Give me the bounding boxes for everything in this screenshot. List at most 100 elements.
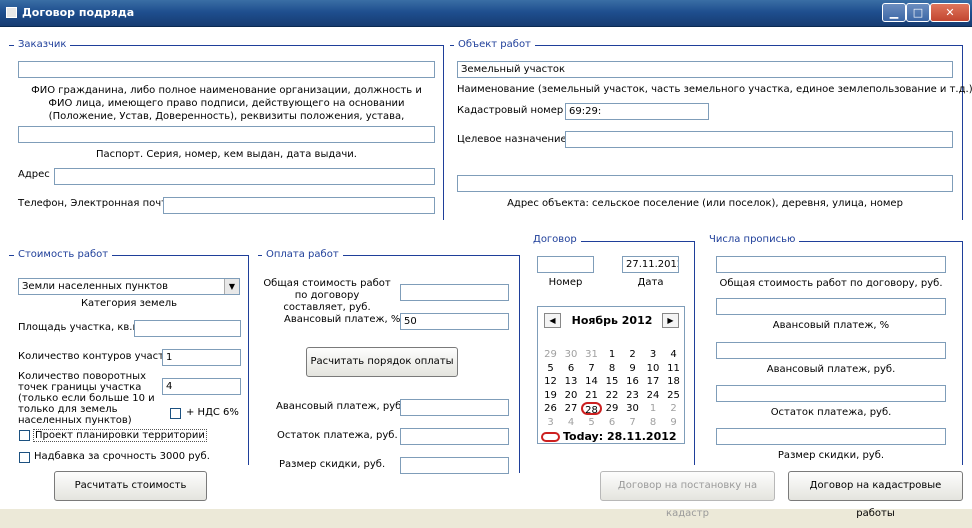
- calendar-day[interactable]: 23: [622, 389, 643, 402]
- calendar-day[interactable]: 26: [540, 402, 561, 415]
- calendar-day[interactable]: 1: [602, 348, 623, 361]
- vat-checkbox[interactable]: [170, 408, 181, 419]
- words-group-label: Числа прописью: [705, 234, 800, 245]
- contract-group-label: Договор: [529, 234, 581, 245]
- customer-address-field[interactable]: [54, 168, 435, 185]
- calendar-day[interactable]: 6: [561, 362, 582, 375]
- calendar-day[interactable]: 5: [581, 416, 602, 429]
- close-icon[interactable]: ✕: [930, 3, 970, 22]
- calendar-day[interactable]: 29: [540, 348, 561, 361]
- calendar-day[interactable]: 4: [561, 416, 582, 429]
- total-cost-field[interactable]: [400, 284, 509, 301]
- calculate-payment-order-button[interactable]: Расчитать порядок оплаты: [306, 347, 458, 377]
- turning-points-label: Количество поворотных точек границы учас…: [18, 371, 155, 426]
- calendar-day[interactable]: 9: [622, 362, 643, 375]
- words-remainder-caption: Остаток платежа, руб.: [770, 407, 892, 418]
- calendar-day[interactable]: 30: [561, 348, 582, 361]
- object-group-label: Объект работ: [454, 39, 535, 50]
- category-caption: Категория земель: [80, 298, 178, 309]
- words-advance-rub-field[interactable]: [716, 342, 946, 359]
- calculate-cost-button[interactable]: Расчитать стоимость: [54, 471, 207, 501]
- calendar-day[interactable]: 15: [602, 375, 623, 388]
- calendar-day[interactable]: 10: [643, 362, 664, 375]
- calendar-day[interactable]: 24: [643, 389, 664, 402]
- calendar-day[interactable]: 8: [602, 362, 623, 375]
- calendar-day[interactable]: 29: [602, 402, 623, 415]
- calendar-day[interactable]: 28: [581, 402, 602, 416]
- calendar-day[interactable]: 17: [643, 375, 664, 388]
- customer-name-field[interactable]: [18, 61, 435, 78]
- contract-date-caption: Дата: [637, 277, 664, 288]
- window-icon: [6, 7, 17, 18]
- object-name-caption: Наименование (земельный участок, часть з…: [457, 84, 972, 95]
- calendar-day[interactable]: 11: [663, 362, 684, 375]
- calendar-day[interactable]: 20: [561, 389, 582, 402]
- calendar-day[interactable]: 6: [602, 416, 623, 429]
- contract-number-field[interactable]: [537, 256, 594, 273]
- calendar-day[interactable]: 1: [643, 402, 664, 415]
- maximize-icon[interactable]: □: [906, 3, 930, 22]
- object-address-caption: Адрес объекта: сельское поселение (или п…: [507, 198, 903, 209]
- title-bar[interactable]: Договор подряда ▁ □ ✕: [0, 0, 972, 27]
- turning-points-field[interactable]: 4: [162, 378, 241, 395]
- today-marker-icon: [541, 432, 560, 442]
- calendar-day[interactable]: 14: [581, 375, 602, 388]
- land-category-select[interactable]: Земли населенных пунктов: [18, 278, 240, 295]
- words-discount-caption: Размер скидки, руб.: [777, 450, 885, 461]
- area-field[interactable]: [134, 320, 241, 337]
- calendar-day[interactable]: 7: [622, 416, 643, 429]
- advance-percent-field[interactable]: 50: [400, 313, 509, 330]
- calendar-day[interactable]: 19: [540, 389, 561, 402]
- calendar-day[interactable]: 25: [663, 389, 684, 402]
- calendar-day[interactable]: 7: [581, 362, 602, 375]
- words-total-caption: Общая стоимость работ по договору, руб.: [719, 278, 943, 289]
- calendar-day[interactable]: 2: [663, 402, 684, 415]
- calendar[interactable]: ◀ Ноябрь 2012 ▶ 29 30 31 1 2 3 4 5 6 7 8 9 10 11 12 13 1…: [537, 306, 685, 444]
- calendar-days-grid: 29 30 31 1 2 3 4 5 6 7 8 9 10 11 12 13 14 15 16 17 18 19 20 21 2…: [538, 348, 686, 432]
- cadastral-field[interactable]: 69:29:: [565, 103, 709, 120]
- purpose-field[interactable]: [565, 131, 953, 148]
- words-advance-percent-caption: Авансовый платеж, %: [772, 320, 890, 331]
- contours-field[interactable]: 1: [162, 349, 241, 366]
- urgency-checkbox[interactable]: [19, 452, 30, 463]
- contract-date-field[interactable]: 27.11.2012: [622, 256, 679, 273]
- calendar-day[interactable]: 21: [581, 389, 602, 402]
- calendar-day[interactable]: 16: [622, 375, 643, 388]
- prev-month-icon[interactable]: ◀: [544, 313, 561, 328]
- calendar-day[interactable]: 2: [622, 348, 643, 361]
- calendar-day[interactable]: 4: [663, 348, 684, 361]
- calendar-day[interactable]: 27: [561, 402, 582, 415]
- vat-label: + НДС 6%: [186, 407, 239, 418]
- calendar-day[interactable]: 12: [540, 375, 561, 388]
- chevron-down-icon[interactable]: ▼: [224, 279, 239, 294]
- minimize-icon[interactable]: ▁: [882, 3, 906, 22]
- window-title: Договор подряда: [22, 6, 135, 19]
- calendar-day[interactable]: 5: [540, 362, 561, 375]
- advance-rub-field[interactable]: [400, 399, 509, 416]
- cadastre-registration-contract-button[interactable]: Договор на постановку на кадастр: [600, 471, 775, 519]
- passport-field[interactable]: [18, 126, 435, 143]
- calendar-day[interactable]: 30: [622, 402, 643, 415]
- discount-label: Размер скидки, руб.: [279, 459, 386, 470]
- remainder-field[interactable]: [400, 428, 509, 445]
- object-name-field[interactable]: Земельный участок: [457, 61, 953, 78]
- words-remainder-field[interactable]: [716, 385, 946, 402]
- words-advance-percent-field[interactable]: [716, 298, 946, 315]
- planning-project-checkbox[interactable]: [19, 430, 30, 441]
- phone-field[interactable]: [163, 197, 435, 214]
- object-address-field[interactable]: [457, 175, 953, 192]
- calendar-day[interactable]: 31: [581, 348, 602, 361]
- calendar-day[interactable]: 18: [663, 375, 684, 388]
- calendar-day[interactable]: 22: [602, 389, 623, 402]
- calendar-day[interactable]: 8: [643, 416, 664, 429]
- calendar-today-label[interactable]: Today: 28.11.2012: [563, 430, 677, 443]
- calendar-day[interactable]: 13: [561, 375, 582, 388]
- words-discount-field[interactable]: [716, 428, 946, 445]
- calendar-day[interactable]: 3: [540, 416, 561, 429]
- calendar-day[interactable]: 3: [643, 348, 664, 361]
- cadastral-works-contract-button[interactable]: Договор на кадастровые работы: [788, 471, 963, 519]
- discount-field[interactable]: [400, 457, 509, 474]
- calendar-day[interactable]: 9: [663, 416, 684, 429]
- words-total-field[interactable]: [716, 256, 946, 273]
- next-month-icon[interactable]: ▶: [662, 313, 679, 328]
